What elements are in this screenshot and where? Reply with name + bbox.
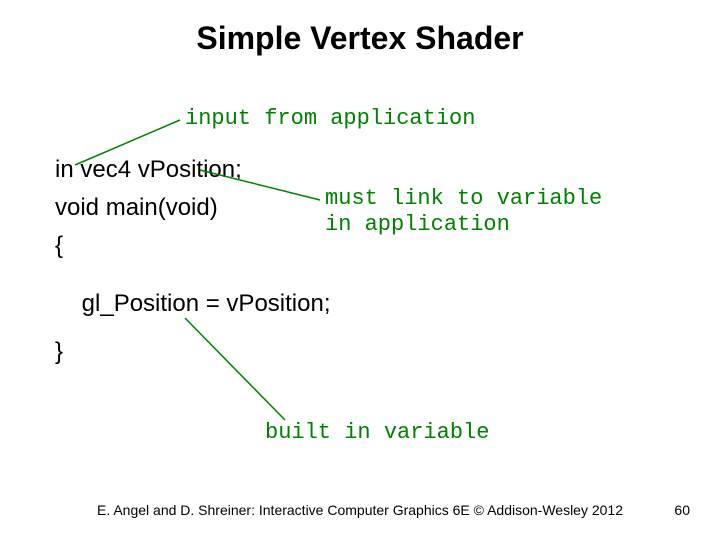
code-line-5: }	[55, 338, 63, 366]
code-line-1: in vec4 vPosition;	[55, 156, 242, 184]
annotation-built-in-variable: built in variable	[265, 420, 489, 445]
slide-title: Simple Vertex Shader	[0, 20, 720, 57]
annotation-lines	[0, 0, 720, 540]
annotation-must-link-line2: in application	[325, 212, 510, 237]
code-line-2: void main(void)	[55, 194, 218, 222]
code-line-4: gl_Position = vPosition;	[55, 290, 330, 318]
code-line-3: {	[55, 232, 63, 260]
page-number: 60	[674, 502, 690, 518]
footer-citation: E. Angel and D. Shreiner: Interactive Co…	[0, 502, 720, 518]
annotation-input-from-app: input from application	[185, 106, 475, 131]
annotation-must-link-line1: must link to variable	[325, 186, 602, 211]
